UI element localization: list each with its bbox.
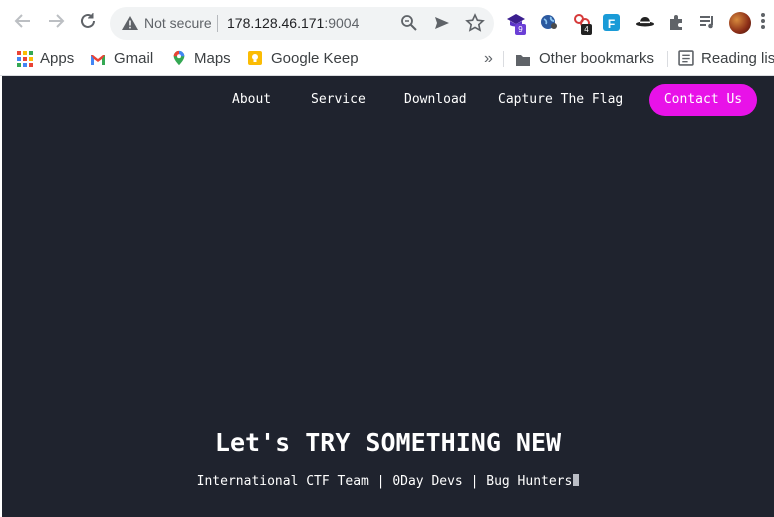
nav-service[interactable]: Service <box>311 92 366 107</box>
text-cursor <box>573 474 580 486</box>
address-separator <box>217 15 218 32</box>
formatter-icon-label: F <box>607 17 616 31</box>
media-controls-icon[interactable] <box>698 12 718 32</box>
spy-hat-icon[interactable] <box>635 12 655 32</box>
bookmark-apps[interactable]: Apps <box>40 49 74 69</box>
maps-pin-icon <box>173 50 185 66</box>
extension-badge: 9 <box>515 24 526 35</box>
graduation-cap-icon[interactable]: 9 <box>506 12 526 35</box>
link-icon[interactable]: 4 <box>572 12 592 35</box>
globe-icon[interactable] <box>539 12 559 32</box>
puzzle-piece-icon[interactable] <box>667 12 687 32</box>
forward-arrow-icon[interactable] <box>45 10 67 32</box>
reload-icon[interactable] <box>77 10 99 32</box>
formatter-icon[interactable]: F <box>603 14 620 31</box>
bookmark-other-bookmarks[interactable]: Other bookmarks <box>539 49 654 69</box>
address-bar[interactable]: Not secure 178.128.46.171:9004 <box>110 7 494 40</box>
hero-subtitle-text: International CTF Team | 0Day Devs | Bug… <box>196 474 573 489</box>
nav-about[interactable]: About <box>232 92 271 107</box>
url-port: :9004 <box>324 15 360 31</box>
zoom-icon[interactable] <box>399 13 419 33</box>
page-viewport: About Service Download Capture The Flag … <box>2 76 774 517</box>
nav-download[interactable]: Download <box>404 92 467 107</box>
url-text[interactable]: 178.128.46.171:9004 <box>227 15 359 31</box>
profile-avatar[interactable] <box>729 12 751 34</box>
extension-badge: 4 <box>581 24 592 35</box>
reading-list-icon <box>678 50 694 66</box>
contact-us-button[interactable]: Contact Us <box>649 84 757 116</box>
hero-subtitle: International CTF Team | 0Day Devs | Bug… <box>2 474 774 489</box>
bookmarks-overflow-chevron[interactable]: » <box>484 49 493 69</box>
bookmark-star-icon[interactable] <box>465 13 485 33</box>
browser-toolbar: Not secure 178.128.46.171:9004 9 4 F <box>0 0 774 42</box>
hero-title: Let's TRY SOMETHING NEW <box>214 428 562 457</box>
bookmarks-separator <box>667 51 668 67</box>
more-menu-icon[interactable] <box>760 12 766 32</box>
apps-grid-icon <box>17 51 33 67</box>
keep-lightbulb-icon <box>248 51 262 65</box>
bookmark-gmail[interactable]: Gmail <box>114 49 153 69</box>
bookmarks-separator <box>503 51 504 67</box>
bookmark-google-keep[interactable]: Google Keep <box>271 49 359 69</box>
bookmarks-bar: Apps Gmail Maps Google Keep » Other book… <box>0 42 774 76</box>
warning-icon[interactable] <box>121 15 139 31</box>
folder-icon <box>516 55 530 66</box>
gmail-icon <box>91 55 105 65</box>
url-host: 178.128.46.171 <box>227 15 325 31</box>
nav-capture-the-flag[interactable]: Capture The Flag <box>498 92 623 107</box>
back-arrow-icon[interactable] <box>12 10 34 32</box>
send-tab-icon[interactable] <box>432 13 452 33</box>
bookmark-maps[interactable]: Maps <box>194 49 231 69</box>
bookmark-reading-list[interactable]: Reading list <box>701 49 774 69</box>
security-status-label[interactable]: Not secure <box>144 15 212 31</box>
